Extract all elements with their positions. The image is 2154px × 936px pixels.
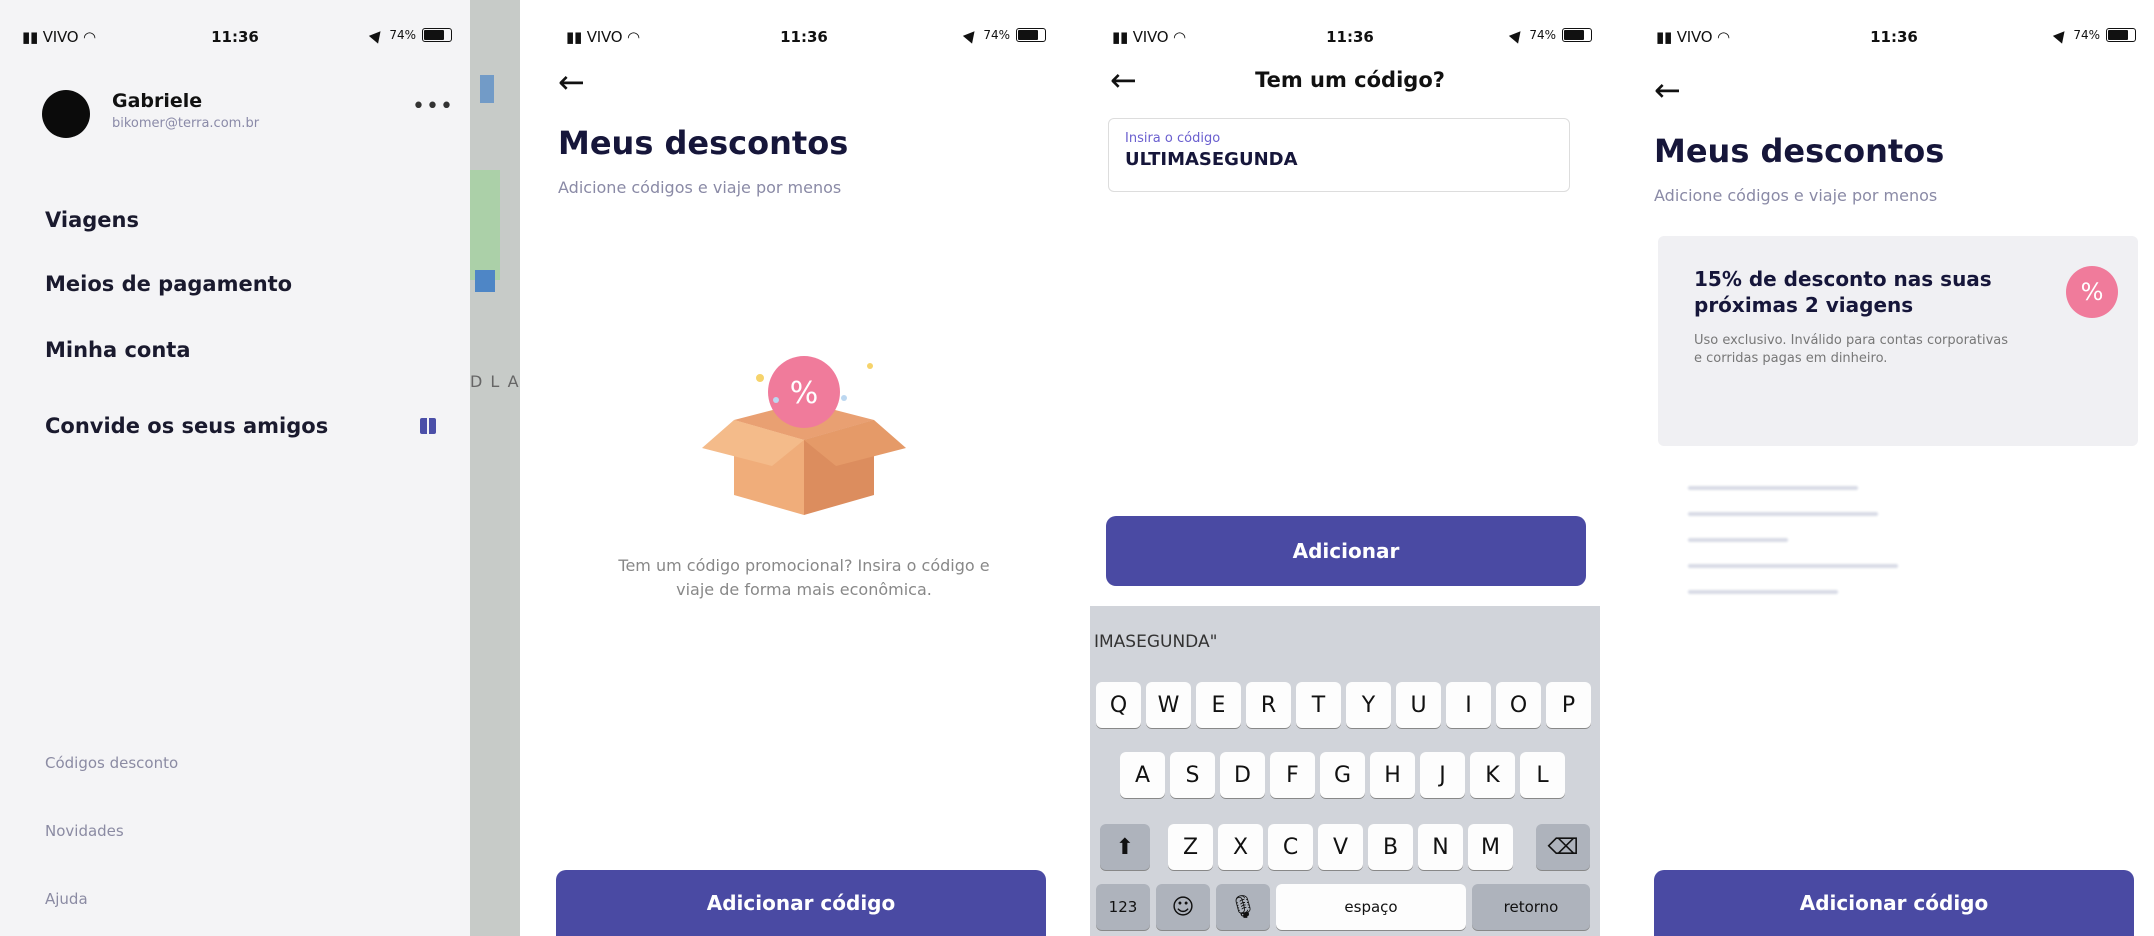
key-c[interactable]: C: [1268, 824, 1313, 870]
screen-meus-descontos-empty: ▮▮ VIVO ◠ 11:36 74% ← Meus descontos Adi…: [544, 0, 1064, 936]
discount-card-title: 15% de desconto nas suas próximas 2 viag…: [1694, 267, 1992, 317]
code-field-label: Insira o código: [1125, 131, 1221, 146]
microphone-icon[interactable]: 🎙: [1216, 884, 1270, 930]
side-drawer: ▮▮ VIVO ◠ 11:36 74% Gabriele bikomer@ter…: [0, 0, 470, 936]
key-l[interactable]: L: [1520, 752, 1565, 798]
battery-icon: [1016, 28, 1046, 42]
key-m[interactable]: M: [1468, 824, 1513, 870]
more-options-button[interactable]: •••: [412, 96, 454, 118]
location-icon: [1509, 26, 1526, 44]
add-code-button[interactable]: Adicionar código: [1654, 870, 2134, 936]
key-q[interactable]: Q: [1096, 682, 1141, 728]
battery-icon: [422, 28, 452, 42]
svg-text:%: %: [790, 376, 819, 411]
key-h[interactable]: H: [1370, 752, 1415, 798]
location-icon: [963, 26, 980, 44]
map-park: [470, 170, 500, 280]
key-o[interactable]: O: [1496, 682, 1541, 728]
emoji-icon[interactable]: ☺: [1156, 884, 1210, 930]
status-right: 74%: [2053, 26, 2136, 44]
map-label: DLA: [470, 372, 519, 391]
key-g[interactable]: G: [1320, 752, 1365, 798]
blurred-text: [1688, 564, 1898, 568]
key-p[interactable]: P: [1546, 682, 1591, 728]
key-t[interactable]: T: [1296, 682, 1341, 728]
keyboard-suggestion[interactable]: IMASEGUNDA": [1094, 632, 1217, 652]
key-v[interactable]: V: [1318, 824, 1363, 870]
key-y[interactable]: Y: [1346, 682, 1391, 728]
page-title: Meus descontos: [1654, 132, 1945, 170]
status-bar: ▮▮ VIVO ◠ 11:36 74%: [1634, 26, 2154, 54]
code-field[interactable]: Insira o código: [1108, 118, 1570, 192]
status-bar: ▮▮ VIVO ◠ 11:36 74%: [0, 26, 470, 54]
menu-item-convide-amigos[interactable]: Convide os seus amigos: [45, 414, 328, 438]
status-right: 74%: [963, 26, 1046, 44]
key-d[interactable]: D: [1220, 752, 1265, 798]
status-right: 74%: [1509, 26, 1592, 44]
user-email: bikomer@terra.com.br: [112, 116, 260, 131]
return-key[interactable]: retorno: [1472, 884, 1590, 930]
blurred-text: [1688, 538, 1788, 542]
map-marker: [480, 75, 494, 103]
numbers-key[interactable]: 123: [1096, 884, 1150, 930]
footer-item-ajuda[interactable]: Ajuda: [45, 890, 88, 908]
key-u[interactable]: U: [1396, 682, 1441, 728]
blurred-text: [1688, 512, 1878, 516]
key-w[interactable]: W: [1146, 682, 1191, 728]
space-key[interactable]: espaço: [1276, 884, 1466, 930]
key-n[interactable]: N: [1418, 824, 1463, 870]
battery-icon: [2106, 28, 2136, 42]
battery-icon: [1562, 28, 1592, 42]
gift-box-illustration: %: [702, 356, 906, 515]
key-b[interactable]: B: [1368, 824, 1413, 870]
key-k[interactable]: K: [1470, 752, 1515, 798]
footer-item-novidades[interactable]: Novidades: [45, 822, 124, 840]
avatar[interactable]: [42, 90, 90, 138]
nav-title: Tem um código?: [1255, 68, 1445, 92]
user-name: Gabriele: [112, 90, 203, 112]
blurred-text: [1688, 590, 1838, 594]
key-a[interactable]: A: [1120, 752, 1165, 798]
key-j[interactable]: J: [1420, 752, 1465, 798]
location-icon: [2053, 26, 2070, 44]
backspace-icon[interactable]: ⌫: [1536, 824, 1590, 870]
menu-item-meios-pagamento[interactable]: Meios de pagamento: [45, 272, 292, 296]
back-arrow-icon[interactable]: ←: [1654, 74, 1681, 106]
page-title: Meus descontos: [558, 124, 849, 162]
footer-item-codigos-desconto[interactable]: Códigos desconto: [45, 754, 178, 772]
key-z[interactable]: Z: [1168, 824, 1213, 870]
empty-state-text: Tem um código promocional? Insira o códi…: [618, 556, 990, 599]
screen-meus-descontos-applied: ▮▮ VIVO ◠ 11:36 74% ← Meus descontos Adi…: [1634, 0, 2154, 936]
status-bar: ▮▮ VIVO ◠ 11:36 74%: [1090, 26, 1610, 54]
key-s[interactable]: S: [1170, 752, 1215, 798]
add-code-button[interactable]: Adicionar código: [556, 870, 1046, 936]
map-background[interactable]: [470, 0, 520, 936]
key-i[interactable]: I: [1446, 682, 1491, 728]
shift-icon[interactable]: ⬆: [1100, 824, 1150, 870]
map-marker: [475, 270, 495, 292]
screen-menu-drawer: DLA ▮▮ VIVO ◠ 11:36 74% Gabriele bikomer…: [0, 0, 520, 936]
key-r[interactable]: R: [1246, 682, 1291, 728]
page-subtitle: Adicione códigos e viaje por menos: [558, 178, 842, 197]
location-icon: [369, 26, 386, 44]
menu-item-viagens[interactable]: Viagens: [45, 208, 139, 232]
discount-card-description: Uso exclusivo. Inválido para contas corp…: [1694, 333, 2009, 366]
blurred-text: [1688, 486, 1858, 490]
gift-icon: [420, 413, 436, 434]
key-x[interactable]: X: [1218, 824, 1263, 870]
status-right: 74%: [369, 26, 452, 44]
discount-card[interactable]: 15% de desconto nas suas próximas 2 viag…: [1658, 236, 2138, 446]
status-bar: ▮▮ VIVO ◠ 11:36 74%: [544, 26, 1064, 54]
percent-icon: %: [2066, 266, 2118, 318]
add-button[interactable]: Adicionar: [1106, 516, 1586, 586]
menu-item-minha-conta[interactable]: Minha conta: [45, 338, 191, 362]
back-arrow-icon[interactable]: ←: [558, 66, 585, 98]
code-input[interactable]: [1125, 149, 1545, 170]
key-e[interactable]: E: [1196, 682, 1241, 728]
key-f[interactable]: F: [1270, 752, 1315, 798]
page-subtitle: Adicione códigos e viaje por menos: [1654, 186, 1938, 205]
screen-tem-um-codigo: ▮▮ VIVO ◠ 11:36 74% ← Tem um código? Ins…: [1090, 0, 1610, 936]
